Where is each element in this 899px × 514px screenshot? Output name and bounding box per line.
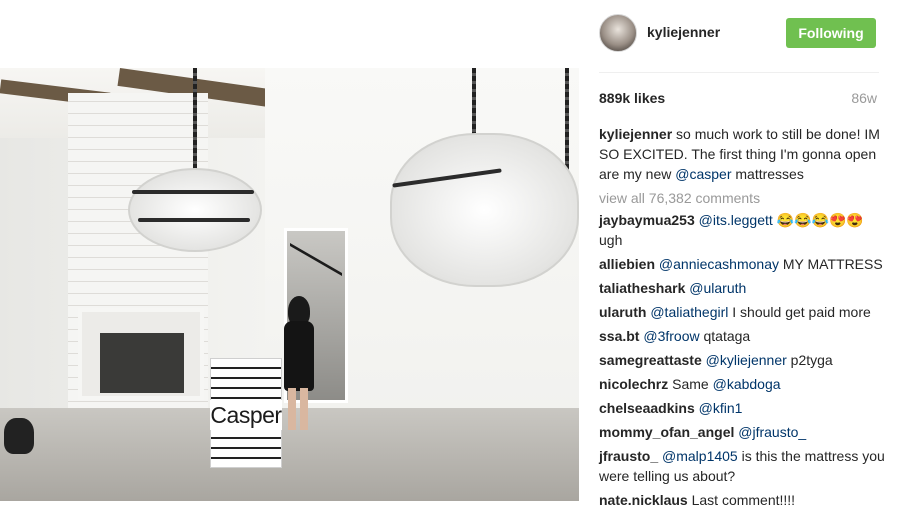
comment-mention[interactable]: @kyliejenner (706, 352, 787, 368)
comment-mention[interactable]: @anniecashmonay (659, 256, 779, 272)
comment-mention[interactable]: @jfrausto_ (738, 424, 806, 440)
comment-username[interactable]: jaybaymua253 (599, 212, 695, 228)
comment-text: p2tyga (790, 352, 833, 368)
comment-text: I should get paid more (732, 304, 871, 320)
comment-text: MY MATTRESS (782, 256, 883, 272)
post-sidebar: kyliejenner Following 889k likes 86w kyl… (585, 0, 899, 508)
comment-username[interactable]: nicolechrz (599, 376, 668, 392)
firebox (100, 333, 184, 393)
divider (599, 72, 879, 73)
comment-username[interactable]: jfrausto_ (599, 448, 658, 464)
comment: ularuth @taliathegirl I should get paid … (599, 302, 889, 322)
chandelier-band (138, 218, 250, 222)
caption-mention[interactable]: @casper (675, 166, 731, 182)
comment-text: qtataga (703, 328, 751, 344)
chandelier-chain (565, 68, 569, 173)
chandelier-right (390, 133, 579, 287)
chandelier-left (128, 168, 262, 252)
chandelier-chain (472, 68, 476, 136)
comment-mention[interactable]: @kabdoga (713, 376, 781, 392)
comment: jfrausto_ @malp1405 is this the mattress… (599, 446, 889, 486)
comment-mention[interactable]: @3froow (643, 328, 699, 344)
person-leg (288, 388, 296, 430)
comment-username[interactable]: alliebien (599, 256, 655, 272)
person-leg (300, 388, 308, 430)
box-brand-label: Casper (210, 400, 282, 430)
comment-mention[interactable]: @its.leggett (699, 212, 773, 228)
comment-username[interactable]: nate.nicklaus (599, 492, 688, 508)
view-all-comments-link[interactable]: view all 76,382 comments (599, 188, 889, 208)
person (276, 296, 320, 436)
comment: nicolechrz Same @kabdoga (599, 374, 889, 394)
caption: kyliejenner so much work to still be don… (599, 124, 889, 184)
comment-username[interactable]: ularuth (599, 304, 646, 320)
comment: jaybaymua253 @its.leggett 😂😂😂😍😍 ugh (599, 210, 889, 250)
username-link[interactable]: kyliejenner (647, 24, 720, 40)
comment: mommy_ofan_angel @jfrausto_ (599, 422, 889, 442)
floor-bag (4, 418, 34, 454)
post-age[interactable]: 86w (851, 90, 877, 106)
comment-username[interactable]: samegreattaste (599, 352, 702, 368)
comment-mention[interactable]: @malp1405 (662, 448, 738, 464)
comment: chelseaadkins @kfin1 (599, 398, 889, 418)
following-button[interactable]: Following (786, 18, 876, 48)
comment: alliebien @anniecashmonay MY MATTRESS (599, 254, 889, 274)
comment-username[interactable]: taliatheshark (599, 280, 685, 296)
caption-text-end: mattresses (735, 166, 804, 182)
comment: ssa.bt @3froow qtataga (599, 326, 889, 346)
caption-username[interactable]: kyliejenner (599, 126, 672, 142)
comment: nate.nicklaus Last comment!!!! (599, 490, 889, 510)
comment-username[interactable]: chelseaadkins (599, 400, 695, 416)
comment: taliatheshark @ularuth (599, 278, 889, 298)
comment-mention[interactable]: @ularuth (689, 280, 746, 296)
avatar[interactable] (599, 14, 637, 52)
like-count[interactable]: 889k likes (599, 90, 665, 106)
comment-text: Same (672, 376, 709, 392)
post-header: kyliejenner Following (585, 0, 899, 68)
chandelier-band (132, 190, 254, 194)
comment-mention[interactable]: @kfin1 (699, 400, 743, 416)
comment-username[interactable]: mommy_ofan_angel (599, 424, 734, 440)
comment: samegreattaste @kyliejenner p2tyga (599, 350, 889, 370)
comment-username[interactable]: ssa.bt (599, 328, 639, 344)
post-photo[interactable]: Casper (0, 68, 579, 501)
person-body (284, 321, 314, 391)
comment-text: Last comment!!!! (691, 492, 796, 508)
comment-mention[interactable]: @taliathegirl (650, 304, 728, 320)
comment-list: kyliejenner so much work to still be don… (599, 124, 889, 514)
